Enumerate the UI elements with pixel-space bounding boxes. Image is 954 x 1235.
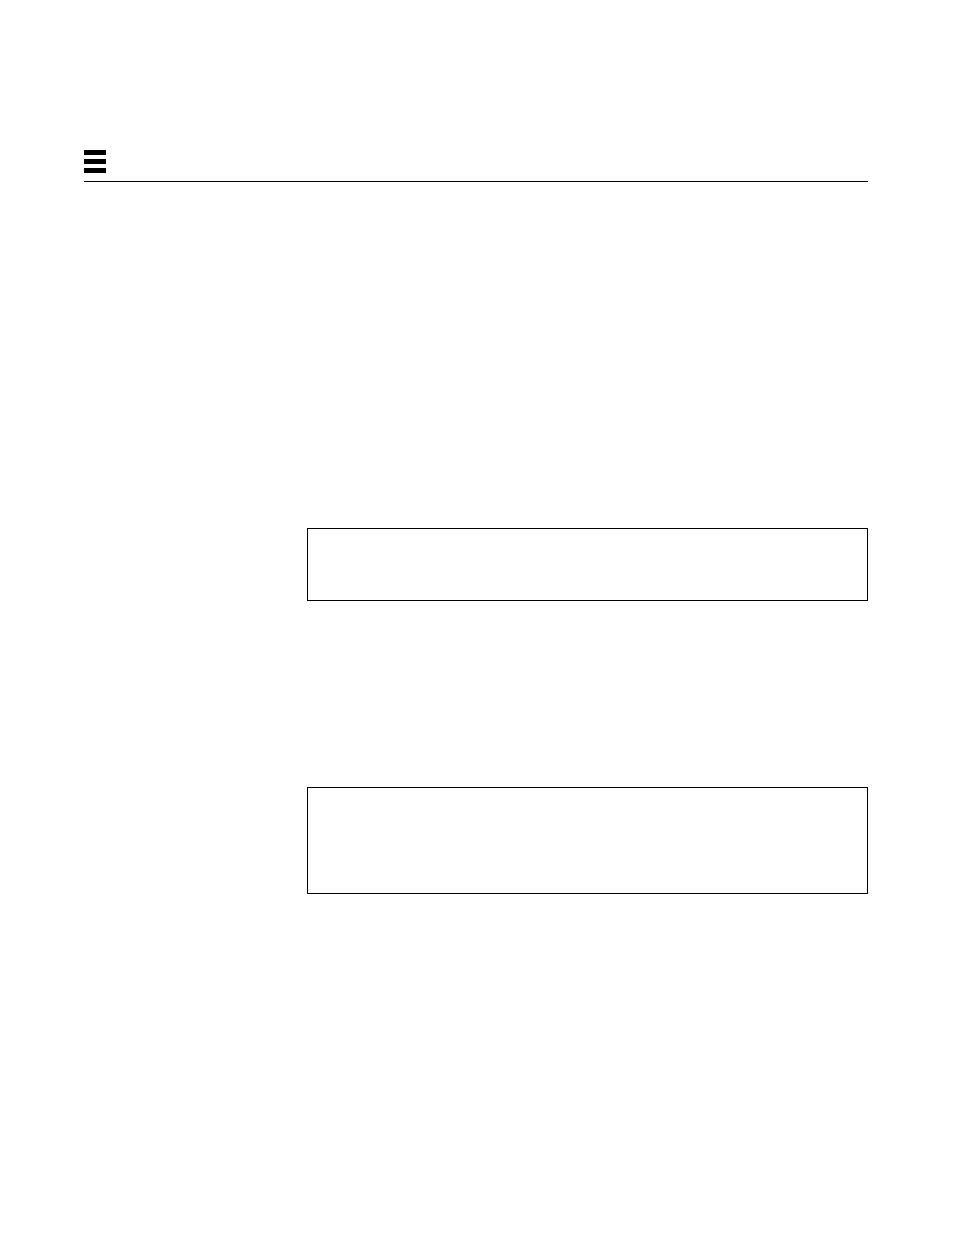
icon-bar: [84, 159, 106, 164]
hamburger-icon: [84, 150, 106, 173]
icon-bar: [84, 168, 106, 173]
content-box-1: [307, 528, 868, 601]
icon-bar: [84, 150, 106, 155]
document-page: [0, 0, 954, 1235]
header-rule: [84, 181, 868, 182]
content-box-2: [307, 787, 868, 894]
